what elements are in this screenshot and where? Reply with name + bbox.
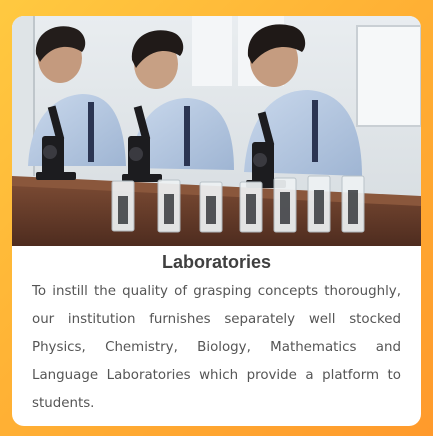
card-title: Laboratories	[161, 252, 272, 272]
laboratories-card: Laboratories To instill the quality of g…	[12, 16, 421, 426]
card-description: To instill the quality of grasping conce…	[32, 284, 401, 411]
card-frame: Laboratories To instill the quality of g…	[0, 0, 433, 436]
laboratory-photo	[12, 16, 421, 246]
